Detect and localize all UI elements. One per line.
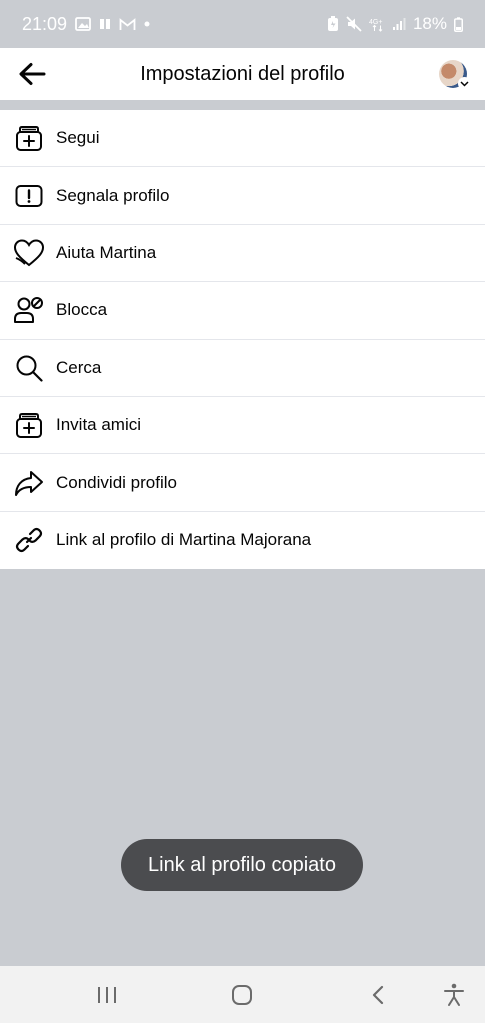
search-icon <box>0 353 56 383</box>
menu-item-share[interactable]: Condividi profilo <box>0 454 485 512</box>
profile-switcher[interactable] <box>421 48 485 100</box>
menu-item-label: Invita amici <box>56 415 142 435</box>
profile-settings-menu: Segui Segnala profilo Aiuta Martina Bloc… <box>0 110 485 570</box>
follow-icon <box>0 123 56 153</box>
menu-item-help[interactable]: Aiuta Martina <box>0 225 485 283</box>
home-icon <box>232 984 252 1005</box>
link-icon <box>0 525 56 555</box>
page-title: Impostazioni del profilo <box>140 62 345 85</box>
dot-icon <box>144 21 150 27</box>
system-nav-bar <box>0 966 485 1023</box>
report-icon <box>0 181 56 211</box>
menu-item-report[interactable]: Segnala profilo <box>0 167 485 225</box>
arrow-left-icon <box>19 63 46 85</box>
toast-message: Link al profilo copiato <box>121 839 363 891</box>
menu-item-invite[interactable]: Invita amici <box>0 397 485 455</box>
share-icon <box>0 468 56 498</box>
network-4g-icon: 4G+ <box>369 16 385 32</box>
header: Impostazioni del profilo <box>0 48 485 100</box>
mute-icon <box>346 16 362 32</box>
nav-back-button[interactable] <box>360 966 396 1023</box>
menu-item-label: Condividi profilo <box>56 472 177 492</box>
menu-item-search[interactable]: Cerca <box>0 340 485 397</box>
battery-saver-icon <box>327 16 339 32</box>
menu-item-label: Blocca <box>56 300 108 320</box>
menu-item-block[interactable]: Blocca <box>0 282 485 340</box>
recent-apps-button[interactable] <box>87 966 127 1023</box>
status-bar: 21:09 4G+ 18% <box>0 0 485 48</box>
svg-text:4G+: 4G+ <box>369 19 382 26</box>
menu-item-label: Segnala profilo <box>56 185 170 205</box>
battery-icon <box>454 16 463 32</box>
pause-icon <box>99 18 111 30</box>
heart-icon <box>0 238 56 268</box>
block-user-icon <box>0 295 56 325</box>
back-icon <box>372 985 384 1004</box>
menu-item-label: Aiuta Martina <box>56 242 157 262</box>
invite-icon <box>0 410 56 440</box>
back-button[interactable] <box>0 48 64 100</box>
recent-apps-icon <box>98 986 116 1003</box>
menu-item-label: Link al profilo di Martina Majorana <box>56 530 312 550</box>
accessibility-icon <box>444 983 464 1006</box>
menu-item-label: Segui <box>56 128 100 148</box>
accessibility-button[interactable] <box>438 966 470 1023</box>
gmail-icon <box>119 17 136 31</box>
menu-item-label: Cerca <box>56 357 102 377</box>
menu-item-profile-link[interactable]: Link al profilo di Martina Majorana <box>0 512 485 569</box>
menu-item-follow[interactable]: Segui <box>0 110 485 168</box>
battery-percent: 18% <box>412 14 447 33</box>
home-button[interactable] <box>222 966 262 1023</box>
chevron-down-icon <box>458 77 471 90</box>
signal-icon <box>392 17 406 31</box>
status-time: 21:09 <box>22 13 68 34</box>
image-icon <box>75 17 91 31</box>
